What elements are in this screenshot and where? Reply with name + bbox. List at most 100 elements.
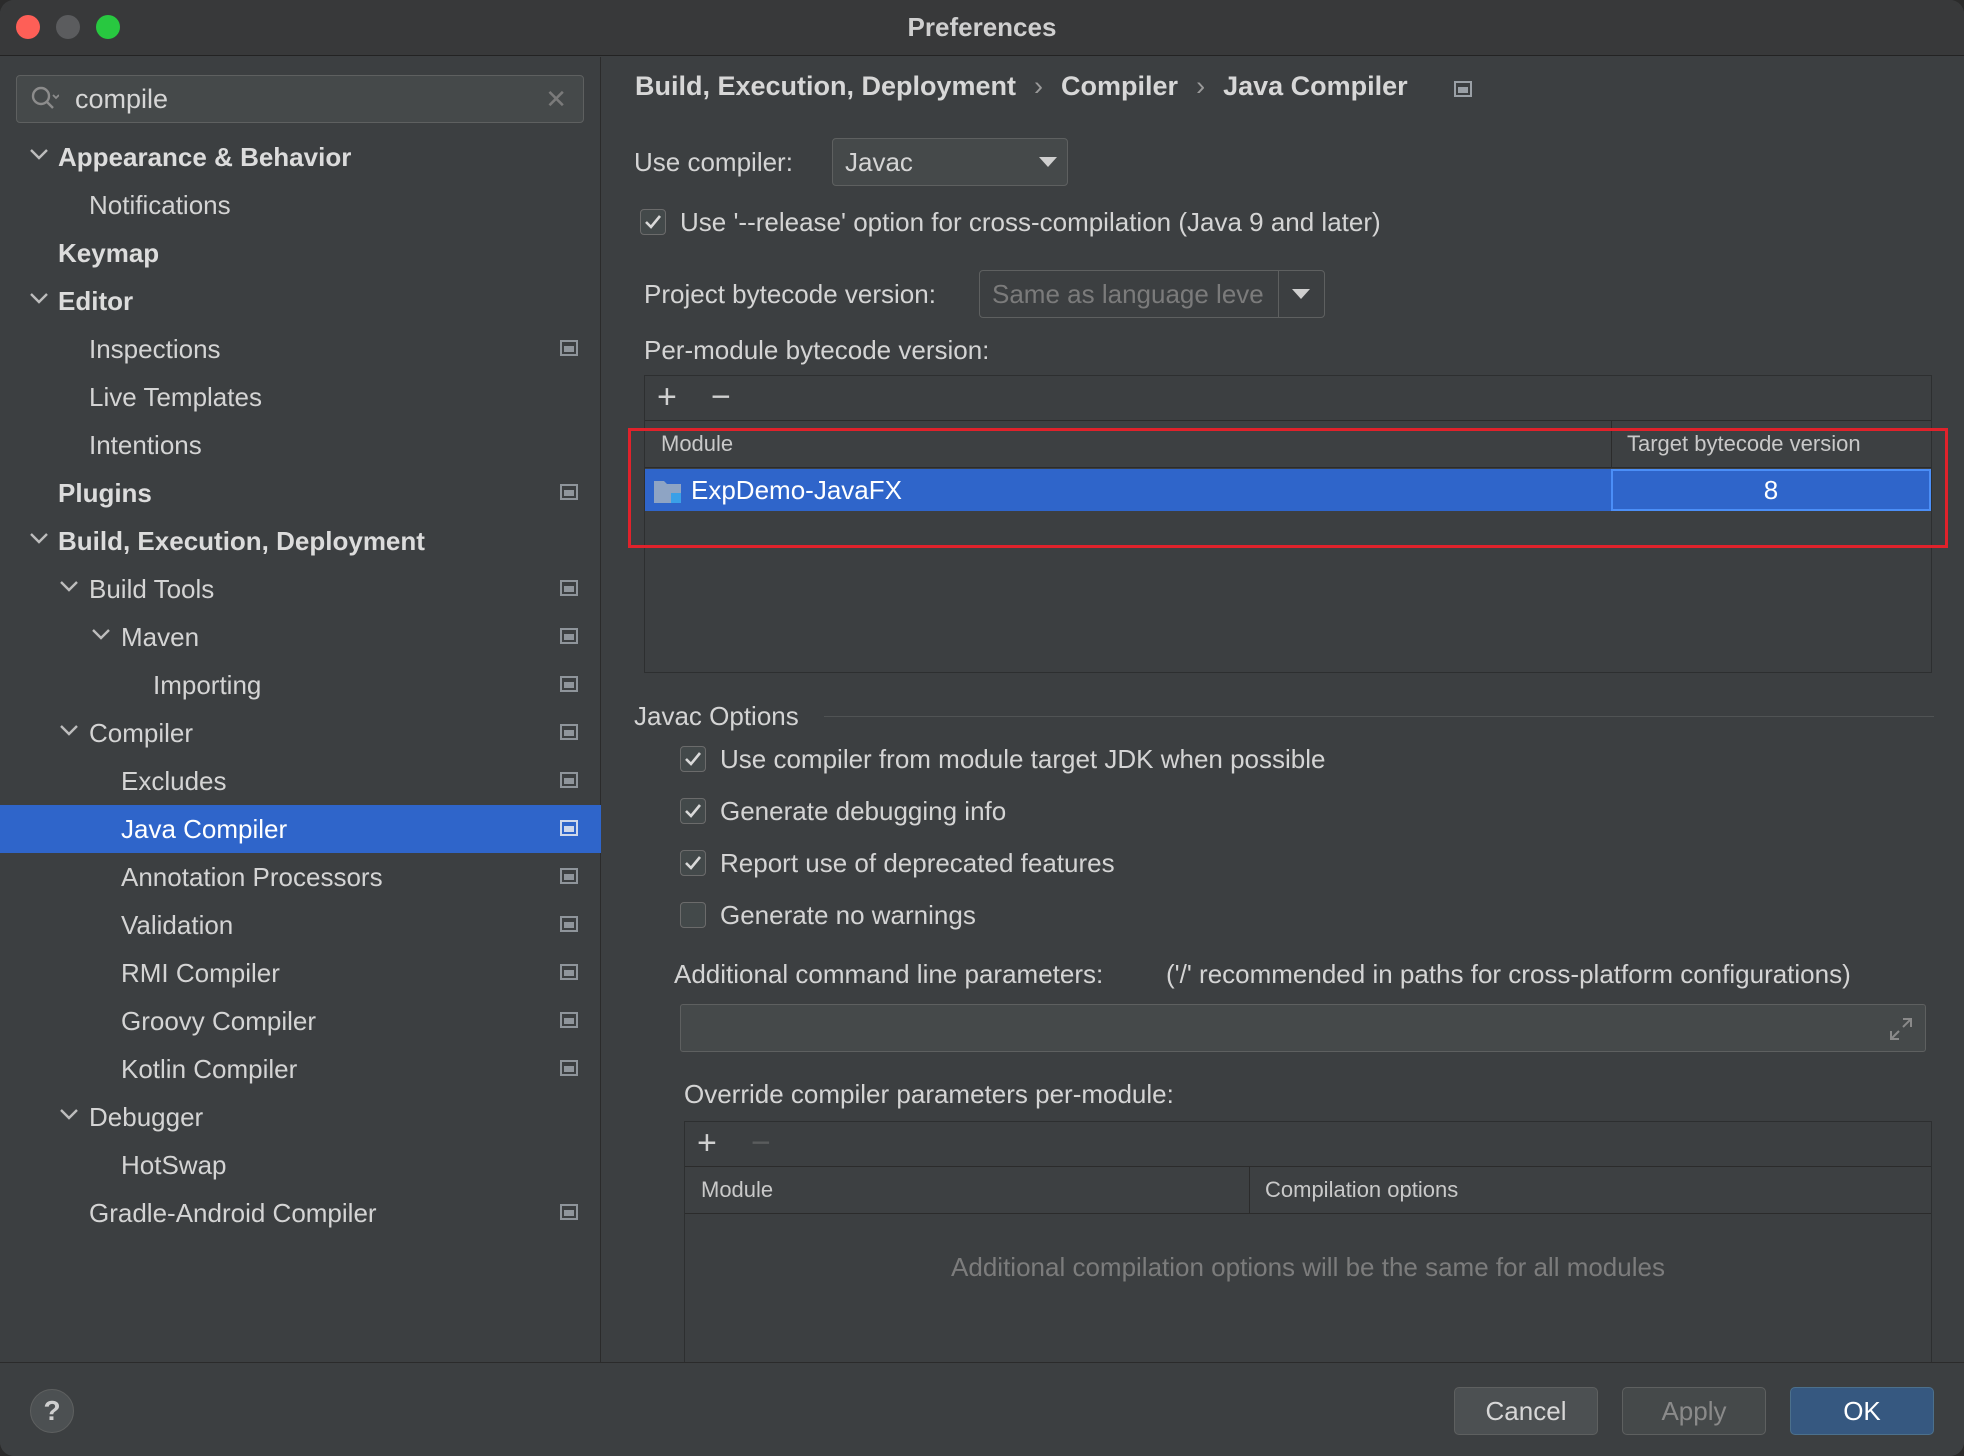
search-icon [31,86,59,109]
sidebar-item-excludes[interactable]: Excludes [0,757,601,805]
add-override-button[interactable]: + [697,1126,717,1160]
javac-option-checkbox[interactable] [680,746,706,772]
project-level-icon [560,1012,578,1028]
sidebar-item-label: Keymap [58,238,160,268]
sidebar-item-label: Inspections [89,334,221,364]
sidebar-item-build-tools[interactable]: Build Tools [0,565,601,613]
additional-params-input[interactable] [680,1004,1926,1052]
chevron-down-icon[interactable] [28,287,50,309]
sidebar-item-gradle-android-compiler[interactable]: Gradle-Android Compiler [0,1189,601,1237]
sidebar-item-label: RMI Compiler [121,958,280,988]
breadcrumb-compiler: Compiler [1061,71,1179,101]
project-level-icon [560,1060,578,1076]
sidebar-item-appearance-behavior[interactable]: Appearance & Behavior [0,133,601,181]
sidebar-item-label: Editor [58,286,134,316]
release-option-checkbox[interactable] [640,209,666,235]
project-bytecode-dropdown[interactable]: Same as language leve [979,270,1325,318]
sidebar-item-label: Groovy Compiler [121,1006,317,1036]
checkmark-icon [685,804,702,818]
sidebar-item-maven[interactable]: Maven [0,613,601,661]
sidebar-item-inspections[interactable]: Inspections [0,325,601,373]
sidebar-item-build-execution-deployment[interactable]: Build, Execution, Deployment [0,517,601,565]
sidebar-item-editor[interactable]: Editor [0,277,601,325]
settings-search-field[interactable]: compile ✕ [16,75,584,123]
sidebar-item-plugins[interactable]: Plugins [0,469,601,517]
help-button[interactable]: ? [30,1389,74,1433]
cancel-button[interactable]: Cancel [1454,1387,1598,1435]
chevron-down-icon[interactable] [28,143,50,165]
sidebar-item-debugger[interactable]: Debugger [0,1093,601,1141]
expand-icon[interactable] [1889,1017,1913,1041]
breadcrumb-build-execution: Build, Execution, Deployment [635,71,1017,101]
override-empty-text: Additional compilation options will be t… [951,1252,1665,1282]
sidebar-item-compiler[interactable]: Compiler [0,709,601,757]
checkmark-icon [685,752,702,766]
sidebar-item-label: Appearance & Behavior [58,142,352,172]
remove-override-button[interactable]: − [751,1126,771,1160]
chevron-down-icon [1039,157,1057,167]
project-level-icon [560,1204,578,1220]
project-level-icon [560,916,578,932]
preferences-window: Preferences compile ✕ Appearance & Behav… [0,0,1964,1456]
chevron-down-icon[interactable] [90,623,112,645]
settings-sidebar: compile ✕ Appearance & Behavior Notificat… [0,57,601,1362]
clear-search-icon[interactable]: ✕ [545,84,567,115]
project-bytecode-value: Same as language leve [992,279,1264,309]
javac-option-checkbox[interactable] [680,902,706,928]
project-level-icon [560,820,578,836]
project-bytecode-label: Project bytecode version: [644,279,936,309]
sidebar-item-kotlin-compiler[interactable]: Kotlin Compiler [0,1045,601,1093]
chevron-down-icon[interactable] [28,527,50,549]
apply-button[interactable]: Apply [1622,1387,1766,1435]
sidebar-item-hotswap[interactable]: HotSwap [0,1141,601,1189]
override-label: Override compiler parameters per-module: [684,1079,1174,1109]
sidebar-item-validation[interactable]: Validation [0,901,601,949]
javac-options-title: Javac Options [634,701,799,731]
javac-option-checkbox[interactable] [680,850,706,876]
additional-params-hint: ('/' recommended in paths for cross-plat… [1166,959,1851,989]
javac-option-label: Use compiler from module target JDK when… [720,744,1326,774]
chevron-down-icon [1292,289,1310,299]
sidebar-item-label: Annotation Processors [121,862,383,892]
use-compiler-value: Javac [845,147,913,177]
chevron-down-icon[interactable] [58,1103,80,1125]
sidebar-item-label: Live Templates [89,382,262,412]
sidebar-item-importing[interactable]: Importing [0,661,601,709]
window-title: Preferences [907,12,1057,42]
sidebar-item-label: Build Tools [89,574,215,604]
highlight-annotation [628,428,1948,548]
chevron-down-icon[interactable] [58,719,80,741]
sidebar-item-label: Plugins [58,478,152,508]
additional-params-label: Additional command line parameters: [674,959,1104,989]
sidebar-item-java-compiler[interactable]: Java Compiler [0,805,601,853]
sidebar-item-live-templates[interactable]: Live Templates [0,373,601,421]
group-separator [824,716,1934,717]
remove-module-button[interactable]: − [711,380,731,414]
checkmark-icon [685,856,702,870]
sidebar-item-label: Importing [153,670,262,700]
javac-option-label: Generate no warnings [720,900,976,930]
sidebar-item-annotation-processors[interactable]: Annotation Processors [0,853,601,901]
sidebar-item-groovy-compiler[interactable]: Groovy Compiler [0,997,601,1045]
sidebar-item-notifications[interactable]: Notifications [0,181,601,229]
sidebar-item-keymap[interactable]: Keymap [0,229,601,277]
sidebar-item-intentions[interactable]: Intentions [0,421,601,469]
sidebar-item-label: HotSwap [121,1150,227,1180]
sidebar-item-label: Notifications [89,190,231,220]
use-compiler-dropdown[interactable]: Javac [832,138,1068,186]
project-level-icon [560,868,578,884]
ok-button[interactable]: OK [1790,1387,1934,1435]
sidebar-item-label: Build, Execution, Deployment [58,526,425,556]
sidebar-item-label: Java Compiler [121,814,288,844]
title-bar: Preferences [0,0,1964,56]
javac-option-label: Generate debugging info [720,796,1007,826]
column-module[interactable]: Module [701,1177,773,1203]
sidebar-item-rmi-compiler[interactable]: RMI Compiler [0,949,601,997]
javac-option-checkbox[interactable] [680,798,706,824]
use-compiler-label: Use compiler: [634,147,793,177]
search-input[interactable]: compile [75,84,168,115]
column-compilation-options[interactable]: Compilation options [1265,1177,1458,1203]
add-module-button[interactable]: + [657,380,677,414]
chevron-down-icon[interactable] [58,575,80,597]
sidebar-item-label: Maven [121,622,200,652]
